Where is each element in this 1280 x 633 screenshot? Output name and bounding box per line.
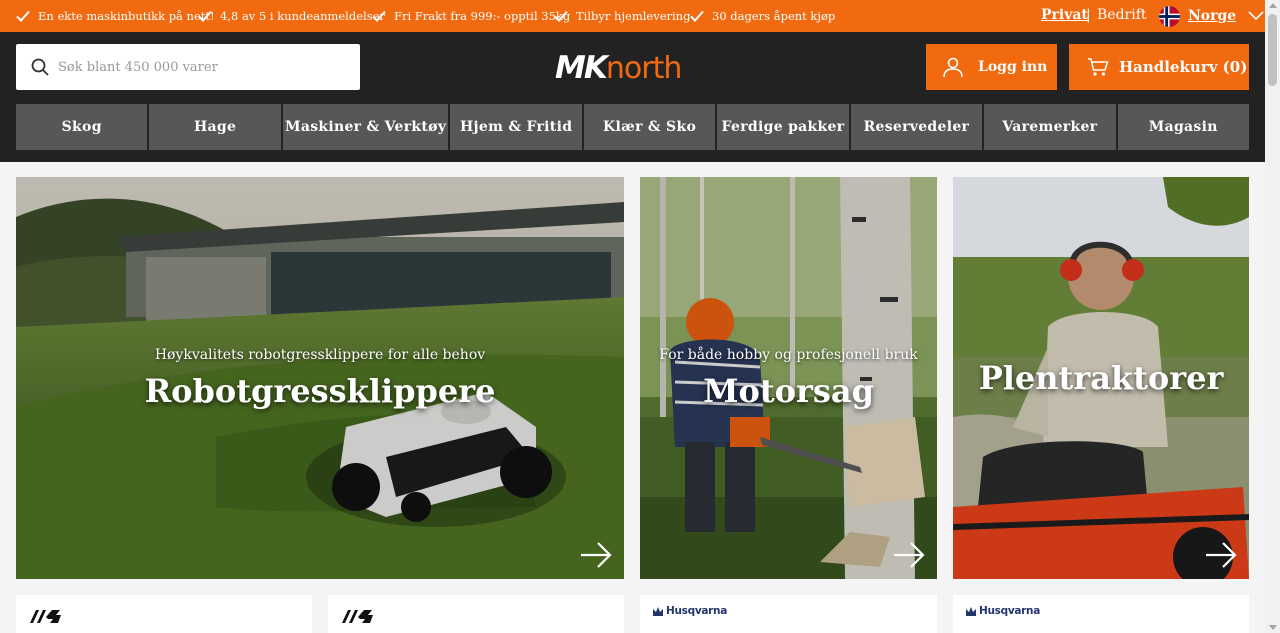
product-card[interactable]: Husqvarna	[640, 595, 937, 633]
hero-tile-plentraktorer[interactable]: Plentraktorer	[953, 177, 1249, 579]
main-nav: Skog Hage Maskiner & Verktøy Hjem & Frit…	[16, 104, 1249, 150]
nav-item-klaer-sko[interactable]: Klær & Sko	[583, 104, 716, 150]
nav-item-skog[interactable]: Skog	[16, 104, 148, 150]
logo-mk: MK	[555, 50, 608, 86]
country-label: Norge	[1188, 8, 1237, 24]
nav-item-hage[interactable]: Hage	[149, 104, 281, 150]
hero-title: Robotgressklippere	[144, 372, 496, 410]
brand-name: Husqvarna	[979, 605, 1040, 617]
husqvarna-crown-icon	[966, 607, 976, 616]
product-card[interactable]	[328, 595, 624, 633]
brand-logo-icon	[342, 610, 373, 623]
nav-item-maskiner-verktoy[interactable]: Maskiner & Verktøy	[282, 104, 449, 150]
cart-label: Handlekurv (0)	[1119, 58, 1248, 76]
product-card[interactable]	[16, 595, 312, 633]
usp-item: En ekte maskinbutikk på nett!	[16, 0, 215, 32]
nav-item-magasin[interactable]: Magasin	[1117, 104, 1249, 150]
country-selector[interactable]: Norge	[1159, 5, 1264, 27]
scroll-up-arrow-icon[interactable]	[1269, 3, 1277, 8]
usp-text: Fri Frakt fra 999:- opptil 35kg	[394, 9, 571, 23]
usp-text: Tilbyr hjemlevering	[576, 9, 691, 23]
husqvarna-crown-icon	[653, 607, 663, 616]
hero-tile-motorsag[interactable]: For både hobby og profesjonell bruk Moto…	[640, 177, 937, 579]
usp-item: 4,8 av 5 i kundeanmeldelser	[198, 0, 385, 32]
product-card[interactable]: Husqvarna	[953, 595, 1249, 633]
nav-item-hjem-fritid[interactable]: Hjem & Fritid	[450, 104, 582, 150]
chevron-down-icon	[1248, 11, 1264, 21]
husqvarna-logo: Husqvarna	[652, 605, 727, 617]
usp-item: Fri Frakt fra 999:- opptil 35kg	[372, 0, 570, 32]
nav-item-varemerker[interactable]: Varemerker	[984, 104, 1116, 150]
check-icon	[690, 10, 704, 22]
segment-separator: |	[1086, 7, 1091, 23]
page-scrollbar[interactable]	[1265, 0, 1280, 633]
bedrift-link[interactable]: Bedrift	[1097, 7, 1147, 23]
search-icon	[31, 58, 49, 76]
usp-item: Tilbyr hjemlevering	[554, 0, 690, 32]
scroll-down-arrow-icon[interactable]	[1269, 625, 1277, 630]
privat-link[interactable]: Privat	[1041, 7, 1088, 23]
cart-button[interactable]: Handlekurv (0)	[1069, 44, 1249, 90]
logo-north: north	[605, 50, 682, 86]
search-box[interactable]	[16, 44, 360, 90]
hero-subtitle: For både hobby og profesjonell bruk	[659, 347, 918, 363]
login-button[interactable]: Logg inn	[926, 44, 1057, 90]
check-icon	[372, 10, 386, 22]
check-icon	[198, 10, 212, 22]
usp-bar: En ekte maskinbutikk på nett! 4,8 av 5 i…	[0, 0, 1265, 32]
usp-text: 4,8 av 5 i kundeanmeldelser	[220, 9, 385, 23]
search-input[interactable]	[58, 59, 348, 75]
user-icon	[943, 57, 963, 78]
husqvarna-logo: Husqvarna	[965, 605, 1040, 617]
scroll-thumb[interactable]	[1268, 14, 1277, 86]
norway-flag-icon	[1159, 5, 1180, 27]
arrow-right-icon[interactable]	[1205, 541, 1237, 569]
arrow-right-icon[interactable]	[580, 541, 612, 569]
cart-icon	[1088, 58, 1109, 76]
usp-text: En ekte maskinbutikk på nett!	[38, 9, 215, 23]
nav-item-reservedeler[interactable]: Reservedeler	[850, 104, 983, 150]
site-header: MK north Logg inn Handlekurv (0) Skog Ha…	[0, 32, 1265, 162]
usp-item: 30 dagers åpent kjøp	[690, 0, 835, 32]
login-label: Logg inn	[978, 59, 1048, 75]
page: En ekte maskinbutikk på nett! 4,8 av 5 i…	[0, 0, 1280, 633]
arrow-right-icon[interactable]	[893, 541, 925, 569]
check-icon	[16, 10, 30, 22]
mknorth-logo[interactable]: MK north	[555, 48, 715, 88]
check-icon	[554, 10, 568, 22]
nav-item-ferdige-pakker[interactable]: Ferdige pakker	[717, 104, 849, 150]
usp-text: 30 dagers åpent kjøp	[712, 9, 836, 23]
brand-name: Husqvarna	[666, 605, 727, 617]
hero-title: Motorsag	[703, 372, 874, 410]
hero-title: Plentraktorer	[978, 359, 1224, 397]
hero-subtitle: Høykvalitets robotgressklippere for alle…	[154, 347, 486, 363]
brand-logo-icon	[30, 610, 61, 623]
hero-tile-robotgressklippere[interactable]: Høykvalitets robotgressklippere for alle…	[16, 177, 624, 579]
